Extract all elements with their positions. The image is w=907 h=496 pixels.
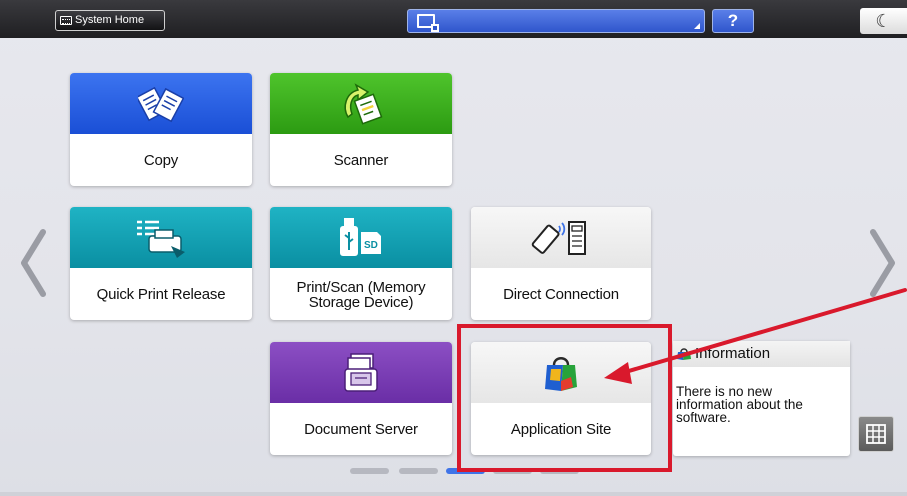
annotation-arrow: [604, 288, 907, 384]
bottom-edge: [0, 492, 907, 496]
